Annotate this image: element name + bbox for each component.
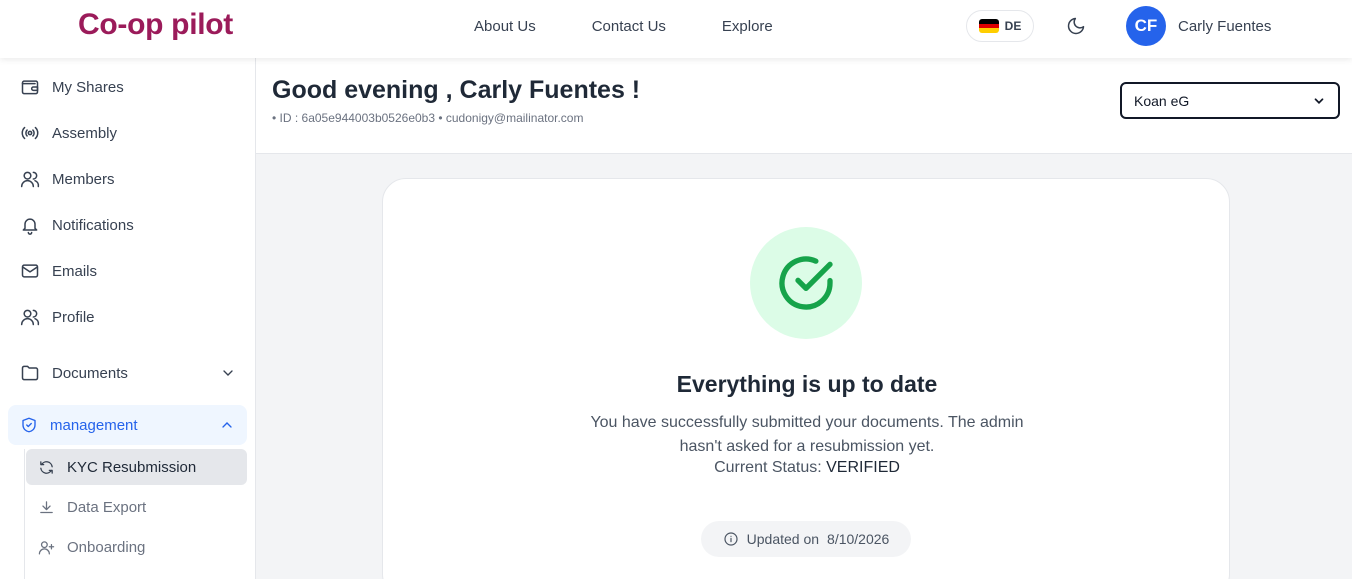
- nav-explore[interactable]: Explore: [722, 18, 773, 35]
- germany-flag-icon: [978, 19, 999, 33]
- language-switcher[interactable]: DE: [966, 10, 1034, 42]
- users-icon: [20, 309, 40, 326]
- status-label: Current Status:: [714, 459, 822, 476]
- users-icon: [20, 171, 40, 188]
- sidebar-item-label: KYC Resubmission: [67, 458, 197, 476]
- sidebar-item-label: Assembly: [52, 124, 118, 142]
- sidebar-item-members[interactable]: Members: [20, 167, 115, 191]
- sidebar-item-label: management: [50, 416, 138, 434]
- sidebar-item-label: Documents: [52, 364, 128, 382]
- greeting-bar: Good evening , Carly Fuentes ! • ID : 6a…: [256, 58, 1352, 154]
- info-icon: [724, 532, 738, 546]
- nav-about-us[interactable]: About Us: [474, 18, 536, 35]
- app-logo[interactable]: Co-op pilot: [78, 8, 233, 42]
- card-description: You have successfully submitted your doc…: [590, 414, 1024, 455]
- sidebar-item-label: Emails: [52, 262, 98, 280]
- updated-pill: Updated on 8/10/2026: [701, 521, 911, 557]
- coop-select[interactable]: Koan eG: [1120, 82, 1340, 119]
- broadcast-icon: [21, 126, 39, 140]
- top-nav: About Us Contact Us Explore: [474, 18, 773, 35]
- sidebar-item-notifications[interactable]: Notifications: [20, 213, 134, 237]
- user-plus-icon: [38, 540, 55, 555]
- coop-select-value: Koan eG: [1134, 92, 1190, 109]
- bell-icon: [22, 218, 38, 235]
- card-title: Everything is up to date: [676, 371, 938, 397]
- language-code: DE: [1004, 19, 1022, 33]
- shield-check-icon: [22, 417, 36, 433]
- sidebar-item-label: Data Export: [67, 498, 147, 516]
- chevron-down-icon: [1314, 97, 1324, 104]
- kyc-status-card: Everything is up to date You have succes…: [382, 178, 1230, 579]
- nav-contact-us[interactable]: Contact Us: [592, 18, 666, 35]
- submenu-divider: [24, 449, 25, 579]
- page-title: Good evening , Carly Fuentes !: [272, 76, 641, 104]
- status-line: Current Status: VERIFIED: [383, 459, 1231, 477]
- top-header: Co-op pilot About Us Contact Us Explore …: [0, 0, 1352, 58]
- sidebar-item-label: Onboarding: [67, 538, 146, 556]
- download-icon: [40, 500, 53, 513]
- chevron-down-icon: [223, 370, 233, 376]
- refresh-icon: [40, 460, 53, 474]
- sidebar-item-emails[interactable]: Emails: [20, 259, 97, 283]
- chevron-up-icon: [222, 422, 232, 428]
- user-meta: • ID : 6a05e944003b0526e0b3 • cudonigy@m…: [272, 111, 584, 125]
- avatar[interactable]: CF: [1126, 6, 1166, 46]
- sidebar-subitem-kyc-resubmission[interactable]: KYC Resubmission: [26, 449, 247, 485]
- sidebar-item-my-shares[interactable]: My Shares: [20, 75, 124, 99]
- sidebar-item-label: My Shares: [52, 78, 124, 96]
- sidebar-subitem-data-export[interactable]: Data Export: [26, 489, 247, 525]
- sidebar-item-documents[interactable]: Documents: [20, 361, 236, 385]
- wallet-icon: [21, 80, 39, 95]
- updated-date: 8/10/2026: [827, 531, 890, 547]
- sidebar-item-label: Members: [52, 170, 115, 188]
- sidebar-item-label: Profile: [52, 308, 95, 326]
- updated-label: Updated on: [746, 531, 820, 547]
- sidebar-item-profile[interactable]: Profile: [20, 305, 95, 329]
- sidebar: My Shares Assembly Members Notifications…: [0, 58, 256, 579]
- check-circle-icon: [779, 256, 833, 310]
- folder-icon: [21, 365, 39, 381]
- sidebar-item-management[interactable]: management: [8, 405, 247, 445]
- sidebar-subitem-onboarding[interactable]: Onboarding: [26, 529, 247, 565]
- success-badge: [750, 227, 862, 339]
- mail-icon: [21, 264, 39, 278]
- sidebar-item-label: Notifications: [52, 216, 134, 234]
- status-value: VERIFIED: [826, 459, 900, 476]
- sidebar-item-assembly[interactable]: Assembly: [20, 121, 117, 145]
- moon-icon[interactable]: [1066, 16, 1086, 36]
- user-name[interactable]: Carly Fuentes: [1178, 18, 1271, 35]
